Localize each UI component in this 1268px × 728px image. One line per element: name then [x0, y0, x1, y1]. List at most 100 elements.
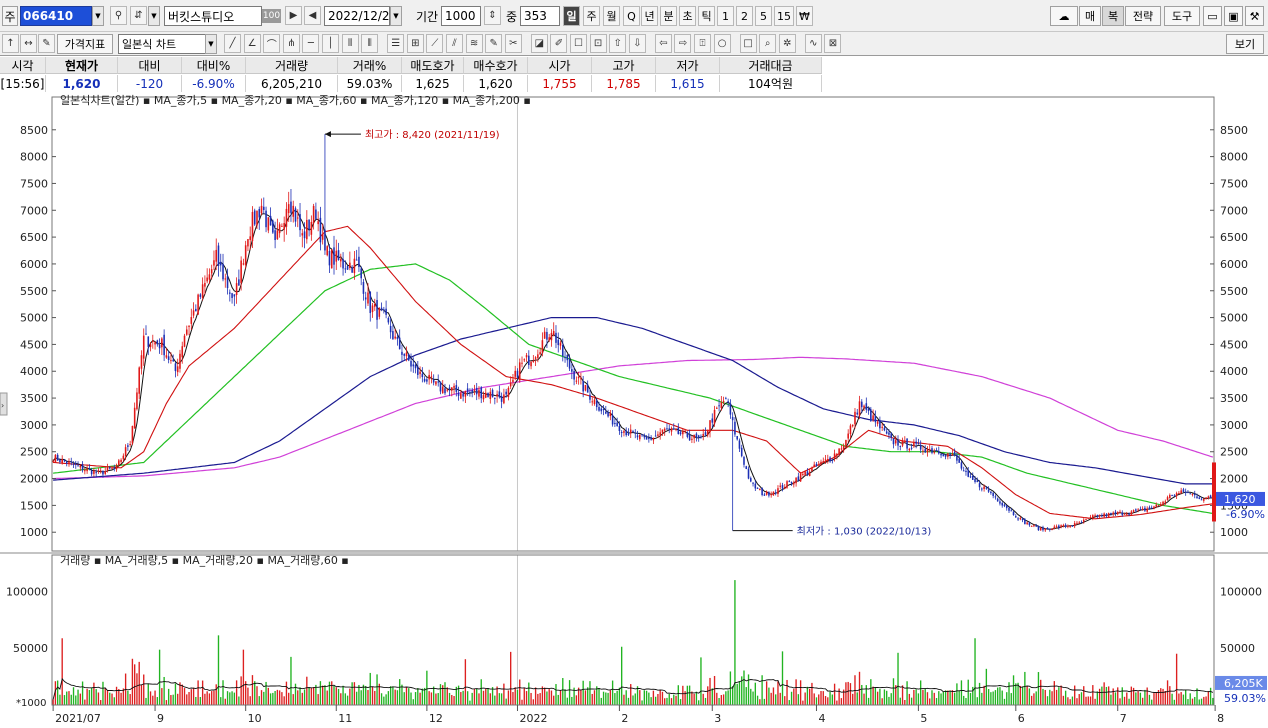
- candle-body: [885, 431, 888, 434]
- candle-body: [324, 229, 326, 251]
- volume-axis-label-left: 100000: [6, 585, 48, 598]
- chart-type-select[interactable]: 일본식 차트: [118, 34, 208, 54]
- period-input[interactable]: 1000: [441, 6, 481, 26]
- fibo-fan-tool-icon[interactable]: ☰: [387, 34, 405, 53]
- price-axis-label-left: 3000: [20, 419, 48, 432]
- tools-menu[interactable]: 도구: [1164, 6, 1200, 26]
- period-btn-틱[interactable]: 틱: [698, 6, 715, 26]
- volume-bar: [901, 685, 904, 705]
- prev-arrow-icon[interactable]: ◀: [304, 6, 321, 25]
- sort-icon[interactable]: ⇵: [130, 6, 147, 25]
- zoom-tool-icon[interactable]: ⌕: [759, 34, 777, 53]
- folder-icon[interactable]: ▭: [1203, 6, 1222, 26]
- channel-tool-icon[interactable]: ⫽: [446, 34, 463, 53]
- arc-tool-icon[interactable]: ⌒: [263, 34, 281, 53]
- right-btn-복[interactable]: 복: [1102, 6, 1124, 26]
- volume-bar: [100, 700, 102, 705]
- price-axis-label-right: 8500: [1220, 124, 1248, 137]
- market-selector[interactable]: 주: [2, 6, 18, 26]
- angle-tool-icon[interactable]: ∠: [243, 34, 261, 53]
- period-btn-q[interactable]: Q: [623, 6, 640, 26]
- cut-tool-icon[interactable]: ✂: [504, 34, 522, 53]
- period-btn-5[interactable]: 5: [755, 6, 772, 26]
- strategy-menu[interactable]: 전략: [1125, 6, 1161, 26]
- period-btn-초[interactable]: 초: [679, 6, 696, 26]
- delete-tool-icon[interactable]: ⊠: [824, 34, 842, 53]
- date-input[interactable]: 2022/12/29: [324, 6, 397, 26]
- period-btn-2[interactable]: 2: [736, 6, 753, 26]
- period-btn-분[interactable]: 분: [660, 6, 677, 26]
- horizontal-line-tool-icon[interactable]: ─: [302, 34, 320, 53]
- arrow-right-tool-icon[interactable]: ⇨: [674, 34, 692, 53]
- marker-tool-icon[interactable]: ✐: [550, 34, 568, 53]
- cloud-icon[interactable]: ☁: [1050, 6, 1078, 26]
- volume-bar: [1200, 698, 1203, 705]
- candle-body: [496, 394, 498, 397]
- horizontal-arrows-icon[interactable]: ↔: [20, 34, 37, 53]
- quote-header: 시각: [0, 57, 46, 74]
- sine-tool-icon[interactable]: ∿: [804, 34, 822, 53]
- star-tool-icon[interactable]: ✲: [778, 34, 796, 53]
- pen-tool-icon[interactable]: ✎: [485, 34, 503, 53]
- right-btn-매[interactable]: 매: [1079, 6, 1101, 26]
- text-box-tool-icon[interactable]: ☐: [570, 34, 587, 53]
- circle-tool-icon[interactable]: ○: [713, 34, 731, 53]
- spin-icon[interactable]: ⇕: [484, 6, 501, 25]
- volume-bar: [174, 683, 177, 705]
- period-label: 기간: [416, 9, 439, 24]
- fill-tool-icon[interactable]: ◪: [530, 34, 548, 53]
- volume-bar: [718, 698, 720, 705]
- count-input[interactable]: 353: [520, 6, 560, 26]
- price-axis-label-right: 4500: [1220, 338, 1248, 351]
- edit-icon[interactable]: ✎: [38, 34, 55, 53]
- trendline-tool-icon[interactable]: ╱: [224, 34, 241, 53]
- chart-type-dropdown-icon[interactable]: ▼: [205, 34, 217, 54]
- volume-bar: [1071, 696, 1074, 705]
- vertical-line-tool-icon[interactable]: │: [322, 34, 339, 53]
- volume-bar: [129, 694, 131, 705]
- volume-bar: [351, 682, 353, 705]
- candle-body: [763, 494, 766, 496]
- volume-bar: [804, 692, 806, 705]
- arrow-mark-tool-icon[interactable]: ⍐: [694, 34, 711, 53]
- arrow-up-tool-icon[interactable]: ⇧: [609, 34, 627, 53]
- wrench-icon[interactable]: ⚒: [1245, 6, 1264, 26]
- wave-tool-icon[interactable]: ≋: [465, 34, 483, 53]
- candle-body: [369, 291, 372, 314]
- chart-setting-icon[interactable]: ₩: [796, 6, 813, 26]
- parallel-tool-icon[interactable]: ⟋: [426, 34, 444, 53]
- period-btn-주[interactable]: 주: [583, 6, 600, 26]
- fork-tool-icon[interactable]: ⋔: [282, 34, 300, 53]
- period-btn-월[interactable]: 월: [603, 6, 620, 26]
- candle-body: [448, 387, 451, 390]
- fibo-time-tool-icon[interactable]: ⦀: [361, 34, 379, 53]
- period-btn-15[interactable]: 15: [774, 6, 794, 26]
- next-arrow-icon[interactable]: ▶: [285, 6, 302, 25]
- save-icon[interactable]: ▣: [1224, 6, 1243, 26]
- cycle-tool-icon[interactable]: ⦀: [341, 34, 359, 53]
- period-btn-년[interactable]: 년: [641, 6, 658, 26]
- stock-chart[interactable]: 1000100015001500200020002500250030003000…: [0, 93, 1268, 728]
- candle-body: [1205, 497, 1207, 499]
- stock-code-input[interactable]: 066410: [20, 6, 92, 26]
- candle-body: [904, 440, 906, 442]
- period-btn-일[interactable]: 일: [563, 6, 580, 26]
- view-button[interactable]: 보기: [1226, 34, 1264, 54]
- arrow-left-tool-icon[interactable]: ⇦: [654, 34, 672, 53]
- arrow-down-tool-icon[interactable]: ⇩: [628, 34, 646, 53]
- rectangle-tool-icon[interactable]: □: [739, 34, 757, 53]
- candle-body: [1010, 510, 1013, 512]
- up-arrow-icon[interactable]: ↑: [2, 34, 19, 53]
- candle-body: [423, 378, 426, 382]
- indicator-menu[interactable]: 가격지표: [57, 34, 113, 54]
- code-dropdown-icon[interactable]: ▼: [92, 6, 104, 26]
- frame-tool-icon[interactable]: ⊡: [589, 34, 607, 53]
- search-icon[interactable]: ⚲: [110, 6, 127, 25]
- volume-bar: [602, 691, 605, 705]
- sort-dropdown-icon[interactable]: ▼: [148, 6, 160, 26]
- volume-bar: [417, 688, 419, 705]
- volume-bar: [1189, 693, 1191, 705]
- period-btn-1[interactable]: 1: [717, 6, 734, 26]
- grid-tool-icon[interactable]: ⊞: [406, 34, 424, 53]
- date-dropdown-icon[interactable]: ▼: [390, 6, 402, 26]
